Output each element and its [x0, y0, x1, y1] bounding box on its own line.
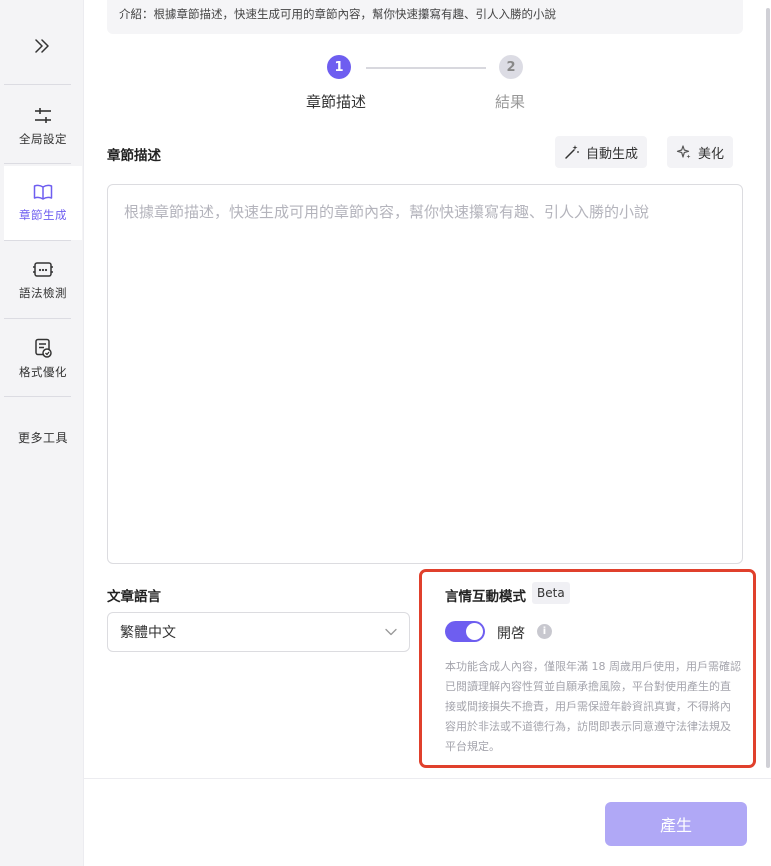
auto-generate-button[interactable]: 自動生成	[555, 136, 648, 168]
info-icon[interactable]: i	[537, 624, 552, 639]
stepper: 1 2 章節描述 結果	[84, 54, 771, 114]
romance-mode-toggle[interactable]	[445, 621, 485, 642]
sidebar-item-more-tools[interactable]: 更多工具	[4, 400, 82, 474]
chapter-description-title: 章節描述	[107, 148, 161, 164]
sliders-icon	[35, 108, 51, 123]
step-2-label: 結果	[495, 93, 526, 111]
step-1-indicator[interactable]: 1	[327, 55, 351, 79]
sidebar-divider	[4, 240, 71, 241]
step-2-indicator[interactable]: 2	[499, 55, 523, 79]
scrollbar[interactable]	[765, 0, 771, 866]
generate-button[interactable]: 產生	[605, 802, 747, 846]
step-connector	[366, 67, 486, 69]
sidebar-divider	[4, 318, 71, 319]
sidebar-item-label: 更多工具	[17, 430, 68, 445]
sidebar-item-label: 全局設定	[19, 132, 67, 146]
sparkle-icon	[676, 145, 691, 159]
sidebar-item-global-settings[interactable]: 全局設定	[4, 90, 82, 164]
grammar-check-icon	[33, 262, 53, 277]
beautify-button[interactable]: 美化	[667, 136, 734, 168]
footer-divider	[84, 778, 771, 779]
sidebar-item-label: 格式優化	[19, 365, 67, 379]
beautify-label: 美化	[698, 146, 725, 162]
auto-generate-label: 自動生成	[586, 146, 639, 162]
double-chevron-right-icon	[35, 39, 49, 53]
language-select-value: 繁體中文	[120, 625, 176, 641]
sidebar-item-chapter-generation[interactable]: 章節生成	[4, 166, 82, 240]
sidebar-divider	[4, 84, 71, 85]
sidebar-divider	[4, 163, 71, 164]
romance-mode-disclaimer: 本功能含成人內容，僅限年滿 18 周歲用戶使用，用戶需確認已閱讀理解內容性質並自…	[445, 660, 741, 753]
format-optimize-icon	[35, 338, 52, 358]
sidebar-item-grammar-check[interactable]: 語法檢測	[4, 244, 82, 318]
sidebar: 全局設定 章節生成 語法檢測 格式優化 更多工具	[0, 0, 84, 866]
intro-text: 介紹：根據章節描述，快速生成可用的章節內容，幫你快速攥寫有趣、引人入勝的小說	[107, 0, 743, 34]
collapse-sidebar-button[interactable]	[0, 28, 84, 64]
chevron-down-icon	[385, 628, 397, 636]
step-1-label: 章節描述	[306, 93, 367, 111]
book-icon	[33, 184, 53, 200]
scrollbar-thumb[interactable]	[766, 8, 770, 768]
sidebar-divider	[4, 396, 71, 397]
romance-mode-title: 言情互動模式	[445, 589, 526, 605]
magic-wand-icon	[565, 145, 579, 159]
sidebar-item-format-optimize[interactable]: 格式優化	[4, 322, 82, 396]
sidebar-item-label: 語法檢測	[19, 286, 67, 300]
romance-mode-toggle-label: 開啓	[497, 626, 525, 642]
sidebar-item-label: 章節生成	[19, 208, 67, 222]
main-panel: 介紹：根據章節描述，快速生成可用的章節內容，幫你快速攥寫有趣、引人入勝的小說 1…	[84, 0, 771, 866]
language-select[interactable]: 繁體中文	[107, 612, 410, 652]
beta-badge: Beta	[532, 582, 570, 604]
article-language-title: 文章語言	[107, 589, 161, 605]
chapter-description-input[interactable]	[107, 184, 743, 564]
toggle-knob	[466, 623, 483, 640]
